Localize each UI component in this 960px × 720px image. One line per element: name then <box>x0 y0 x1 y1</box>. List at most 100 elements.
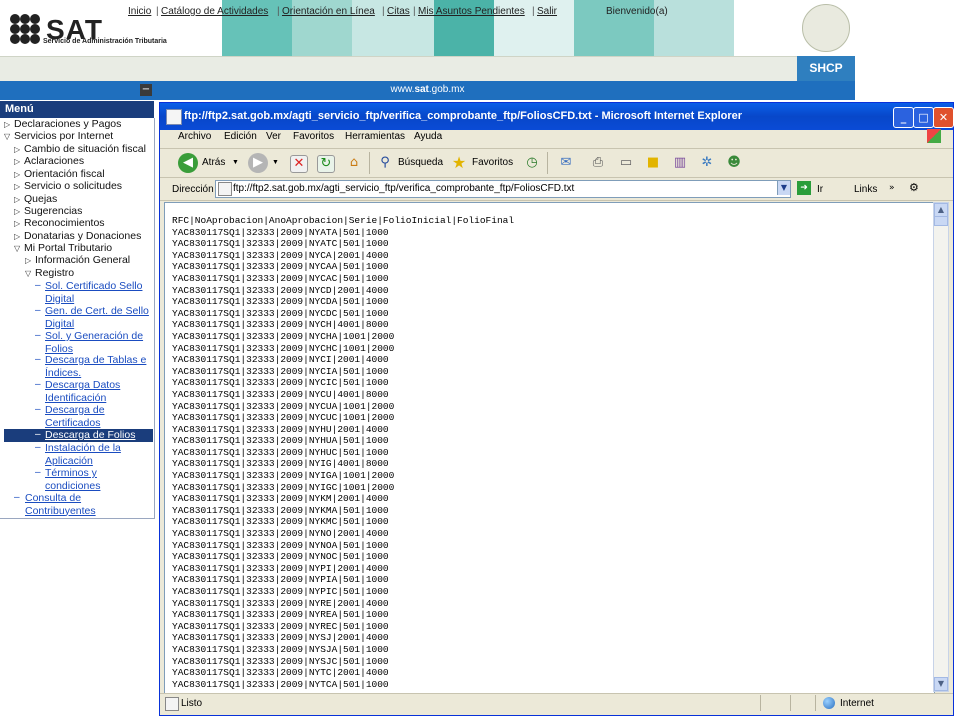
menu-item-informacion[interactable]: ▷ Información General <box>25 254 130 268</box>
links-chevron-icon[interactable]: » <box>889 183 895 193</box>
favorites-star-icon[interactable]: ★ <box>449 153 469 173</box>
link-text: Descarga Datos <box>45 379 121 391</box>
menu-edicion[interactable]: Edición <box>224 131 257 142</box>
nav-citas[interactable]: Citas <box>387 6 410 17</box>
menu-item-registro[interactable]: ▽ Registro <box>25 267 74 281</box>
link-sol-folios[interactable]: Sol. y Generación de Folios <box>45 330 143 355</box>
home-icon[interactable]: ⌂ <box>344 153 364 173</box>
stop-icon[interactable]: ✕ <box>290 155 308 173</box>
scroll-down-icon[interactable]: ▼ <box>934 677 948 691</box>
links-label[interactable]: Links <box>854 184 877 195</box>
back-button-label[interactable]: Atrás <box>202 157 225 168</box>
edit-icon[interactable]: ▭ <box>616 153 636 173</box>
minimize-button[interactable]: _ <box>893 107 914 128</box>
mail-icon[interactable]: ✉ <box>556 153 576 173</box>
discuss-icon[interactable]: ■ <box>643 153 663 173</box>
link-descarga-tablas[interactable]: Descarga de Tablas e Índices. <box>45 354 146 379</box>
menu-item-label: Donatarias y Donaciones <box>24 230 142 242</box>
link-descarga-folios[interactable]: Descarga de Folios <box>45 429 135 442</box>
link-text: Identificación <box>45 391 107 404</box>
link-terminos[interactable]: Términos y condiciones <box>45 467 100 492</box>
favorites-button-label[interactable]: Favoritos <box>472 157 513 168</box>
menu-herramientas[interactable]: Herramientas <box>345 131 405 142</box>
menu-favoritos[interactable]: Favoritos <box>293 131 334 142</box>
address-dropdown-icon[interactable]: ▼ <box>777 181 790 195</box>
file-data-line: YAC830117SQ1|32333|2009|NYKMA|501|1000 <box>172 504 389 516</box>
bullet-dash: – <box>35 379 41 390</box>
menu-item-servicios[interactable]: ▽ Servicios por Internet <box>4 130 113 144</box>
file-data-line: YAC830117SQ1|32333|2009|NYNO|2001|4000 <box>172 528 389 540</box>
messenger-icon[interactable]: ✲ <box>697 153 717 173</box>
bullet-dash: – <box>35 330 41 341</box>
file-data-line: YAC830117SQ1|32333|2009|NYCI|2001|4000 <box>172 354 389 366</box>
file-data-line: YAC830117SQ1|32333|2009|NYRE|2001|4000 <box>172 597 389 609</box>
menu-archivo[interactable]: Archivo <box>178 131 211 142</box>
scroll-up-icon[interactable]: ▲ <box>934 203 948 217</box>
file-data-line: YAC830117SQ1|32333|2009|NYCAC|501|1000 <box>172 272 389 284</box>
back-arrow-icon[interactable]: ◀ <box>178 153 198 173</box>
nav-catalogo[interactable]: Catálogo de Actividades <box>161 6 268 17</box>
menu-title: Menú <box>5 103 34 115</box>
link-text: Digital <box>45 292 75 305</box>
menu-item-label: Orientación fiscal <box>24 168 105 180</box>
scroll-thumb[interactable] <box>934 216 948 226</box>
link-gen-cert[interactable]: Gen. de Cert. de Sello Digital <box>45 305 149 330</box>
file-data-line: YAC830117SQ1|32333|2009|NYCAA|501|1000 <box>172 261 389 273</box>
link-text: Descarga de Tablas e <box>45 354 147 366</box>
nav-salir[interactable]: Salir <box>537 6 557 17</box>
ie-extension-icon[interactable]: ⚙ <box>909 181 925 195</box>
forward-arrow-icon[interactable]: ▶ <box>248 153 268 173</box>
menu-item-aclaraciones[interactable]: ▷ Aclaraciones <box>14 155 84 169</box>
expand-icon: ▷ <box>14 182 21 191</box>
link-text: Digital <box>45 317 75 330</box>
page-icon <box>218 182 232 196</box>
back-dropdown-icon[interactable]: ▼ <box>232 159 239 166</box>
nav-inicio[interactable]: Inicio <box>128 6 151 17</box>
file-data-line: YAC830117SQ1|32333|2009|NYNOC|501|1000 <box>172 551 389 563</box>
file-data-line: YAC830117SQ1|32333|2009|NYCHA|1001|2000 <box>172 330 395 342</box>
toolbar-separator <box>369 152 370 174</box>
nav-asuntos[interactable]: Mis Asuntos Pendientes <box>418 6 525 17</box>
file-data-line: YAC830117SQ1|32333|2009|NYIG|4001|8000 <box>172 458 389 470</box>
maximize-button[interactable]: □ <box>913 107 934 128</box>
file-data-line: YAC830117SQ1|32333|2009|NYCIA|501|1000 <box>172 365 389 377</box>
forward-dropdown-icon[interactable]: ▼ <box>272 159 279 166</box>
shcp-label: SHCP <box>797 56 855 81</box>
users-icon[interactable]: ☻ <box>724 153 744 173</box>
file-data-line: YAC830117SQ1|32333|2009|NYCD|2001|4000 <box>172 284 389 296</box>
link-instalacion[interactable]: Instalación de la Aplicación <box>45 442 121 467</box>
nav-orientacion[interactable]: Orientación en Línea <box>282 6 375 17</box>
history-icon[interactable]: ◷ <box>522 153 542 173</box>
link-descarga-datos[interactable]: Descarga Datos Identificación <box>45 379 120 404</box>
address-value[interactable]: ftp://ftp2.sat.gob.mx/agti_servicio_ftp/… <box>233 183 574 194</box>
link-descarga-certificados[interactable]: Descarga de Certificados <box>45 404 105 429</box>
status-text: Listo <box>181 698 203 709</box>
go-arrow-icon[interactable]: ➜ <box>797 181 811 195</box>
menu-item-servicio[interactable]: ▷ Servicio o solicitudes <box>14 180 122 194</box>
menu-item-label: Sugerencias <box>24 205 83 217</box>
link-text: Índices. <box>45 366 82 379</box>
search-icon[interactable]: ⚲ <box>375 153 395 173</box>
file-data-line: YAC830117SQ1|32333|2009|NYPIC|501|1000 <box>172 586 389 597</box>
go-button-label[interactable]: Ir <box>817 184 823 195</box>
research-icon[interactable]: ▥ <box>670 153 690 173</box>
link-text: Términos y <box>45 467 97 479</box>
file-data-line: YAC830117SQ1|32333|2009|NYKM|2001|4000 <box>172 493 389 505</box>
print-icon[interactable]: ⎙ <box>588 153 608 173</box>
menu-ayuda[interactable]: Ayuda <box>414 131 442 142</box>
link-sol-certificado[interactable]: Sol. Certificado Sello Digital <box>45 280 142 305</box>
file-data-line: YAC830117SQ1|32333|2009|NYREC|501|1000 <box>172 620 389 632</box>
address-label: Dirección <box>172 184 214 195</box>
link-text: Contribuyentes <box>25 504 96 517</box>
search-button-label[interactable]: Búsqueda <box>398 157 443 168</box>
vertical-scrollbar[interactable] <box>933 202 949 692</box>
file-data-line: YAC830117SQ1|32333|2009|NYSJC|501|1000 <box>172 655 389 667</box>
refresh-icon[interactable]: ↻ <box>317 155 335 173</box>
link-consulta-contribuyentes[interactable]: Consulta de Contribuyentes <box>25 492 96 517</box>
menu-item-reconocimientos[interactable]: ▷ Reconocimientos <box>14 217 105 231</box>
site-url-suffix: .gob.mx <box>428 84 465 95</box>
site-url-domain: sat <box>414 84 429 95</box>
close-button[interactable]: ✕ <box>933 107 954 128</box>
menu-ver[interactable]: Ver <box>266 131 281 142</box>
bullet-dash: – <box>35 467 41 478</box>
